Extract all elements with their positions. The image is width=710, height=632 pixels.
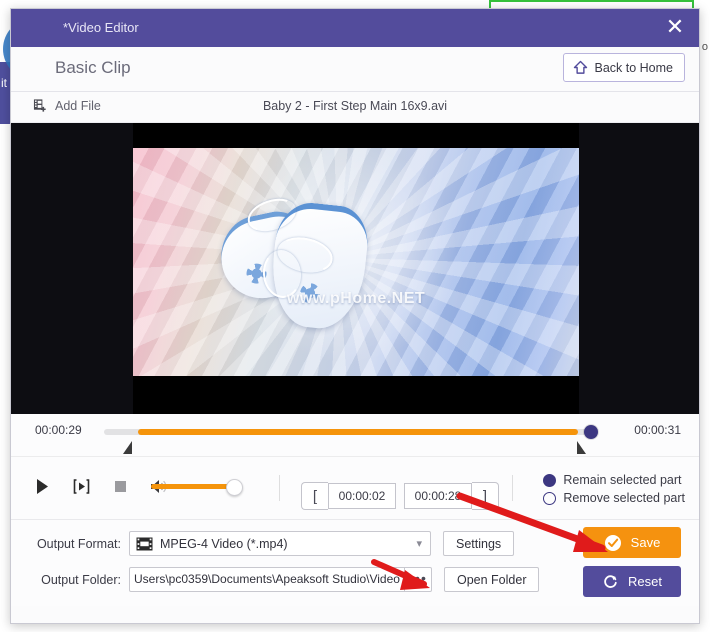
radio-remove-label: Remove selected part [563, 491, 685, 505]
close-icon[interactable]: ✕ [661, 14, 689, 42]
playback-controls: [ 00:00:02 00:00:28 ] Remain selected pa… [11, 457, 699, 520]
home-icon [573, 60, 588, 75]
seek-slider-handle[interactable] [584, 425, 598, 439]
window-title: *Video Editor [63, 20, 139, 35]
current-time-label: 00:00:29 [35, 423, 82, 437]
check-circle-icon [604, 534, 622, 552]
mpeg-icon [136, 537, 153, 551]
total-time-label: 00:00:31 [634, 423, 681, 437]
tab-bar: Basic Clip Back to Home [11, 47, 699, 92]
trim-start-marker[interactable] [123, 441, 132, 454]
reset-button[interactable]: Reset [583, 566, 681, 597]
video-still-image: www.pHome.NET [133, 148, 579, 376]
settings-button[interactable]: Settings [443, 531, 515, 556]
volume-slider-handle[interactable] [226, 479, 243, 496]
trim-range-group: [ 00:00:02 00:00:28 ] [301, 482, 499, 510]
title-bar: *Video Editor ✕ [11, 9, 699, 47]
output-section: Output Format: MPEG-4 Video (*.mp4) ▾ Se… [11, 520, 699, 606]
output-folder-input[interactable]: Users\pc0359\Documents\Apeaksoft Studio\… [129, 567, 405, 592]
selection-mode-group: Remain selected part Remove selected par… [543, 473, 685, 509]
open-folder-button[interactable]: Open Folder [444, 567, 540, 592]
trim-start-bracket-icon[interactable]: [ [301, 482, 328, 510]
radio-remain-label: Remain selected part [563, 473, 682, 487]
background-right-text: o [701, 41, 708, 53]
back-to-home-button[interactable]: Back to Home [563, 53, 685, 82]
radio-remove-dot [543, 491, 557, 505]
chevron-down-icon: ▾ [416, 538, 422, 550]
seek-slider-fill [138, 429, 578, 435]
video-watermark: www.pHome.NET [286, 290, 426, 307]
frame-step-icon[interactable] [70, 475, 92, 497]
tab-basic-clip[interactable]: Basic Clip [55, 58, 131, 78]
trim-end-marker[interactable] [577, 441, 586, 454]
back-to-home-label: Back to Home [594, 60, 673, 75]
radio-remove-selected-part[interactable]: Remove selected part [543, 491, 685, 505]
browse-folder-button[interactable]: ••• [405, 567, 432, 592]
refresh-icon [602, 573, 619, 590]
baby-shoes-subject [213, 188, 399, 338]
trim-start-input[interactable]: 00:00:02 [328, 483, 396, 509]
trim-end-bracket-icon[interactable]: ] [472, 482, 499, 510]
timeline-bar: 00:00:29 00:00:31 [11, 414, 699, 457]
play-icon[interactable] [31, 475, 53, 497]
volume-slider[interactable] [151, 479, 243, 496]
save-button-label: Save [630, 535, 661, 550]
video-frame: www.pHome.NET [133, 123, 579, 414]
current-file-name: Baby 2 - First Step Main 16x9.avi [262, 99, 448, 113]
radio-remain-dot [543, 473, 557, 487]
output-format-label: Output Format: [36, 536, 121, 551]
video-preview-area[interactable]: www.pHome.NET [11, 123, 699, 414]
trim-end-input[interactable]: 00:00:28 [404, 483, 472, 509]
file-bar: Add File Baby 2 - First Step Main 16x9.a… [11, 92, 699, 123]
output-format-value: MPEG-4 Video (*.mp4) [160, 536, 288, 551]
radio-remain-selected-part[interactable]: Remain selected part [543, 473, 685, 487]
stop-icon[interactable] [109, 475, 131, 497]
output-folder-label: Output Folder: [41, 572, 121, 587]
output-format-select[interactable]: MPEG-4 Video (*.mp4) ▾ [129, 531, 431, 556]
save-button[interactable]: Save [583, 527, 681, 558]
video-editor-dialog: *Video Editor ✕ Basic Clip Back to Home [10, 8, 700, 624]
reset-button-label: Reset [628, 574, 662, 589]
seek-slider[interactable] [104, 425, 598, 439]
